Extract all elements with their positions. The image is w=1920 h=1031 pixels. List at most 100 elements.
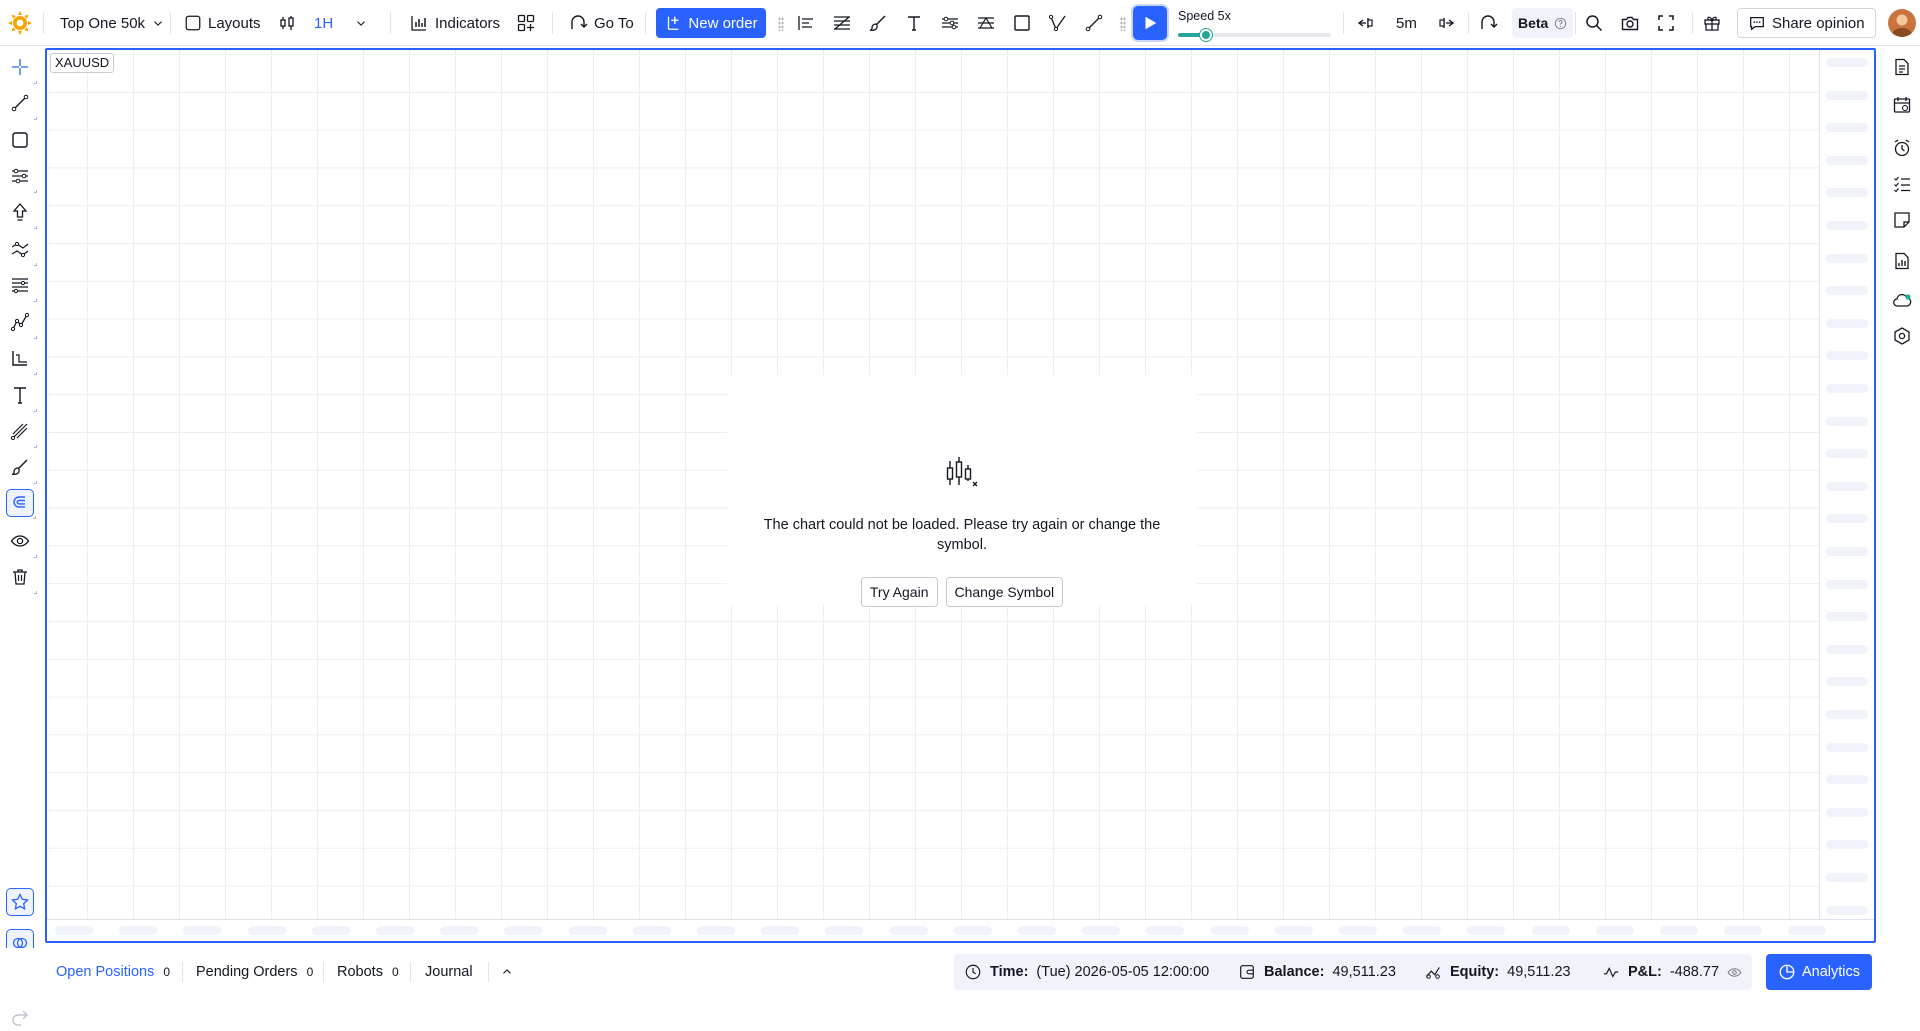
- step-forward-button[interactable]: [1437, 8, 1457, 38]
- symbol-label[interactable]: XAUUSD: [50, 53, 115, 73]
- time-axis-placeholder: [825, 926, 864, 935]
- avatar-icon: [1891, 14, 1913, 37]
- chart-error-message: The chart could not be loaded. Please tr…: [763, 517, 1161, 553]
- change-symbol-button[interactable]: Change Symbol: [945, 577, 1064, 607]
- text-tool[interactable]: [904, 8, 924, 38]
- templates-button[interactable]: [516, 8, 536, 38]
- arrow-tool[interactable]: [6, 198, 37, 229]
- path-tool[interactable]: [1048, 8, 1068, 38]
- step-back-button[interactable]: [1355, 8, 1375, 38]
- time-axis-placeholder: [440, 926, 479, 935]
- price-axis-placeholder: [1826, 416, 1868, 426]
- beta-badge[interactable]: Beta: [1512, 8, 1574, 38]
- brush-tool[interactable]: [6, 453, 37, 484]
- tab-journal[interactable]: Journal: [425, 962, 473, 982]
- notes-button[interactable]: [1891, 56, 1913, 78]
- sticker-icon: [1894, 212, 1910, 228]
- chevron-up-icon: [503, 969, 511, 974]
- pattern-tool[interactable]: [6, 235, 37, 266]
- pitchfork-tool[interactable]: [6, 417, 37, 448]
- trend-line-tool[interactable]: [6, 89, 37, 120]
- favorites-tool[interactable]: [6, 888, 34, 916]
- checklist-button[interactable]: [1891, 173, 1913, 195]
- tab-open-positions[interactable]: Open Positions 0: [56, 962, 173, 982]
- interval-dropdown[interactable]: [354, 8, 368, 38]
- tab-pending-orders[interactable]: Pending Orders 0: [196, 962, 316, 982]
- goto-button[interactable]: Go To: [568, 8, 634, 38]
- tab-count: 0: [306, 965, 314, 979]
- pie-chart-icon: [1779, 964, 1795, 980]
- align-tool[interactable]: [796, 8, 816, 38]
- speed-slider-knob[interactable]: [1199, 29, 1212, 41]
- scales-icon: [1426, 967, 1440, 979]
- time-axis[interactable]: [47, 919, 1874, 941]
- time-axis-placeholder: [761, 926, 800, 935]
- fullscreen-button[interactable]: [1656, 8, 1676, 38]
- text-tool[interactable]: [6, 381, 37, 412]
- expand-panel-button[interactable]: [500, 962, 514, 982]
- search-button[interactable]: [1584, 8, 1604, 38]
- step-interval[interactable]: 5m: [1396, 8, 1417, 38]
- fib-retracement-tool[interactable]: [6, 162, 37, 193]
- indicators-button[interactable]: Indicators: [409, 8, 500, 38]
- analytics-button[interactable]: Analytics: [1766, 954, 1873, 990]
- channel-icon: [940, 13, 960, 33]
- replay-jump-button[interactable]: [1478, 8, 1498, 38]
- arrow-up-icon: [12, 203, 28, 221]
- new-order-button[interactable]: New order: [656, 8, 766, 38]
- calendar-button[interactable]: [1891, 94, 1913, 116]
- report-button[interactable]: [1891, 250, 1913, 272]
- tab-robots[interactable]: Robots 0: [337, 962, 402, 982]
- magnet-tool[interactable]: [6, 489, 36, 519]
- rectangle-tool[interactable]: [6, 126, 34, 154]
- toolbar-grip[interactable]: [778, 17, 784, 31]
- rectangle-icon: [12, 132, 28, 148]
- alarm-button[interactable]: [1891, 137, 1913, 159]
- fib-tool[interactable]: [832, 8, 852, 38]
- account-selector[interactable]: Top One 50k: [60, 8, 165, 38]
- eye-icon[interactable]: [1727, 965, 1742, 980]
- time-axis-placeholder: [1274, 926, 1313, 935]
- checkbox-icon: [184, 14, 202, 32]
- price-axis-placeholder: [1826, 286, 1868, 296]
- visibility-tool[interactable]: [6, 527, 37, 558]
- share-opinion-button[interactable]: Share opinion: [1737, 8, 1876, 38]
- redo-button[interactable]: [6, 1003, 34, 1031]
- balance-label: Balance:: [1264, 964, 1325, 980]
- price-axis-placeholder: [1826, 644, 1868, 654]
- crosshair-tool[interactable]: [6, 53, 37, 84]
- gift-button[interactable]: [1702, 8, 1722, 38]
- remove-drawings-tool[interactable]: [6, 563, 37, 594]
- brand-logo[interactable]: [6, 8, 34, 38]
- rectangle-tool[interactable]: [1012, 8, 1032, 38]
- brush-tool[interactable]: [868, 8, 888, 38]
- measure-tool[interactable]: [6, 344, 37, 375]
- price-axis[interactable]: [1819, 50, 1874, 941]
- interval-selector[interactable]: 1H: [314, 8, 333, 38]
- chart-area[interactable]: XAUUSD The chart could not be loaded. Pl…: [45, 48, 1876, 943]
- parallel-channel-tool[interactable]: [6, 271, 37, 302]
- time-axis-placeholder: [504, 926, 543, 935]
- play-button[interactable]: [1133, 6, 1167, 40]
- time-label: Time:: [990, 964, 1029, 980]
- user-avatar[interactable]: [1888, 9, 1916, 37]
- price-axis-placeholder: [1826, 351, 1868, 361]
- chart-type-button[interactable]: [277, 8, 297, 38]
- speed-slider-track[interactable]: [1178, 29, 1331, 41]
- right-sidebar: [1882, 46, 1920, 996]
- price-axis-placeholder: [1826, 221, 1868, 230]
- screenshot-button[interactable]: [1620, 8, 1640, 38]
- settings-button[interactable]: [1891, 325, 1913, 347]
- xabcd-pattern-tool[interactable]: [6, 308, 37, 339]
- line-tool[interactable]: [1084, 8, 1104, 38]
- sticker-button[interactable]: [1891, 209, 1913, 231]
- cloud-sync-button[interactable]: [1891, 290, 1913, 312]
- pattern-tool[interactable]: [976, 8, 996, 38]
- time-axis-placeholder: [1018, 926, 1056, 935]
- speed-control[interactable]: Speed 5x: [1178, 8, 1333, 41]
- toolbar-grip[interactable]: [1120, 17, 1126, 31]
- layouts-button[interactable]: Layouts: [184, 8, 261, 38]
- try-again-button[interactable]: Try Again: [860, 577, 938, 607]
- goto-label: Go To: [594, 14, 634, 32]
- channel-tool[interactable]: [940, 8, 960, 38]
